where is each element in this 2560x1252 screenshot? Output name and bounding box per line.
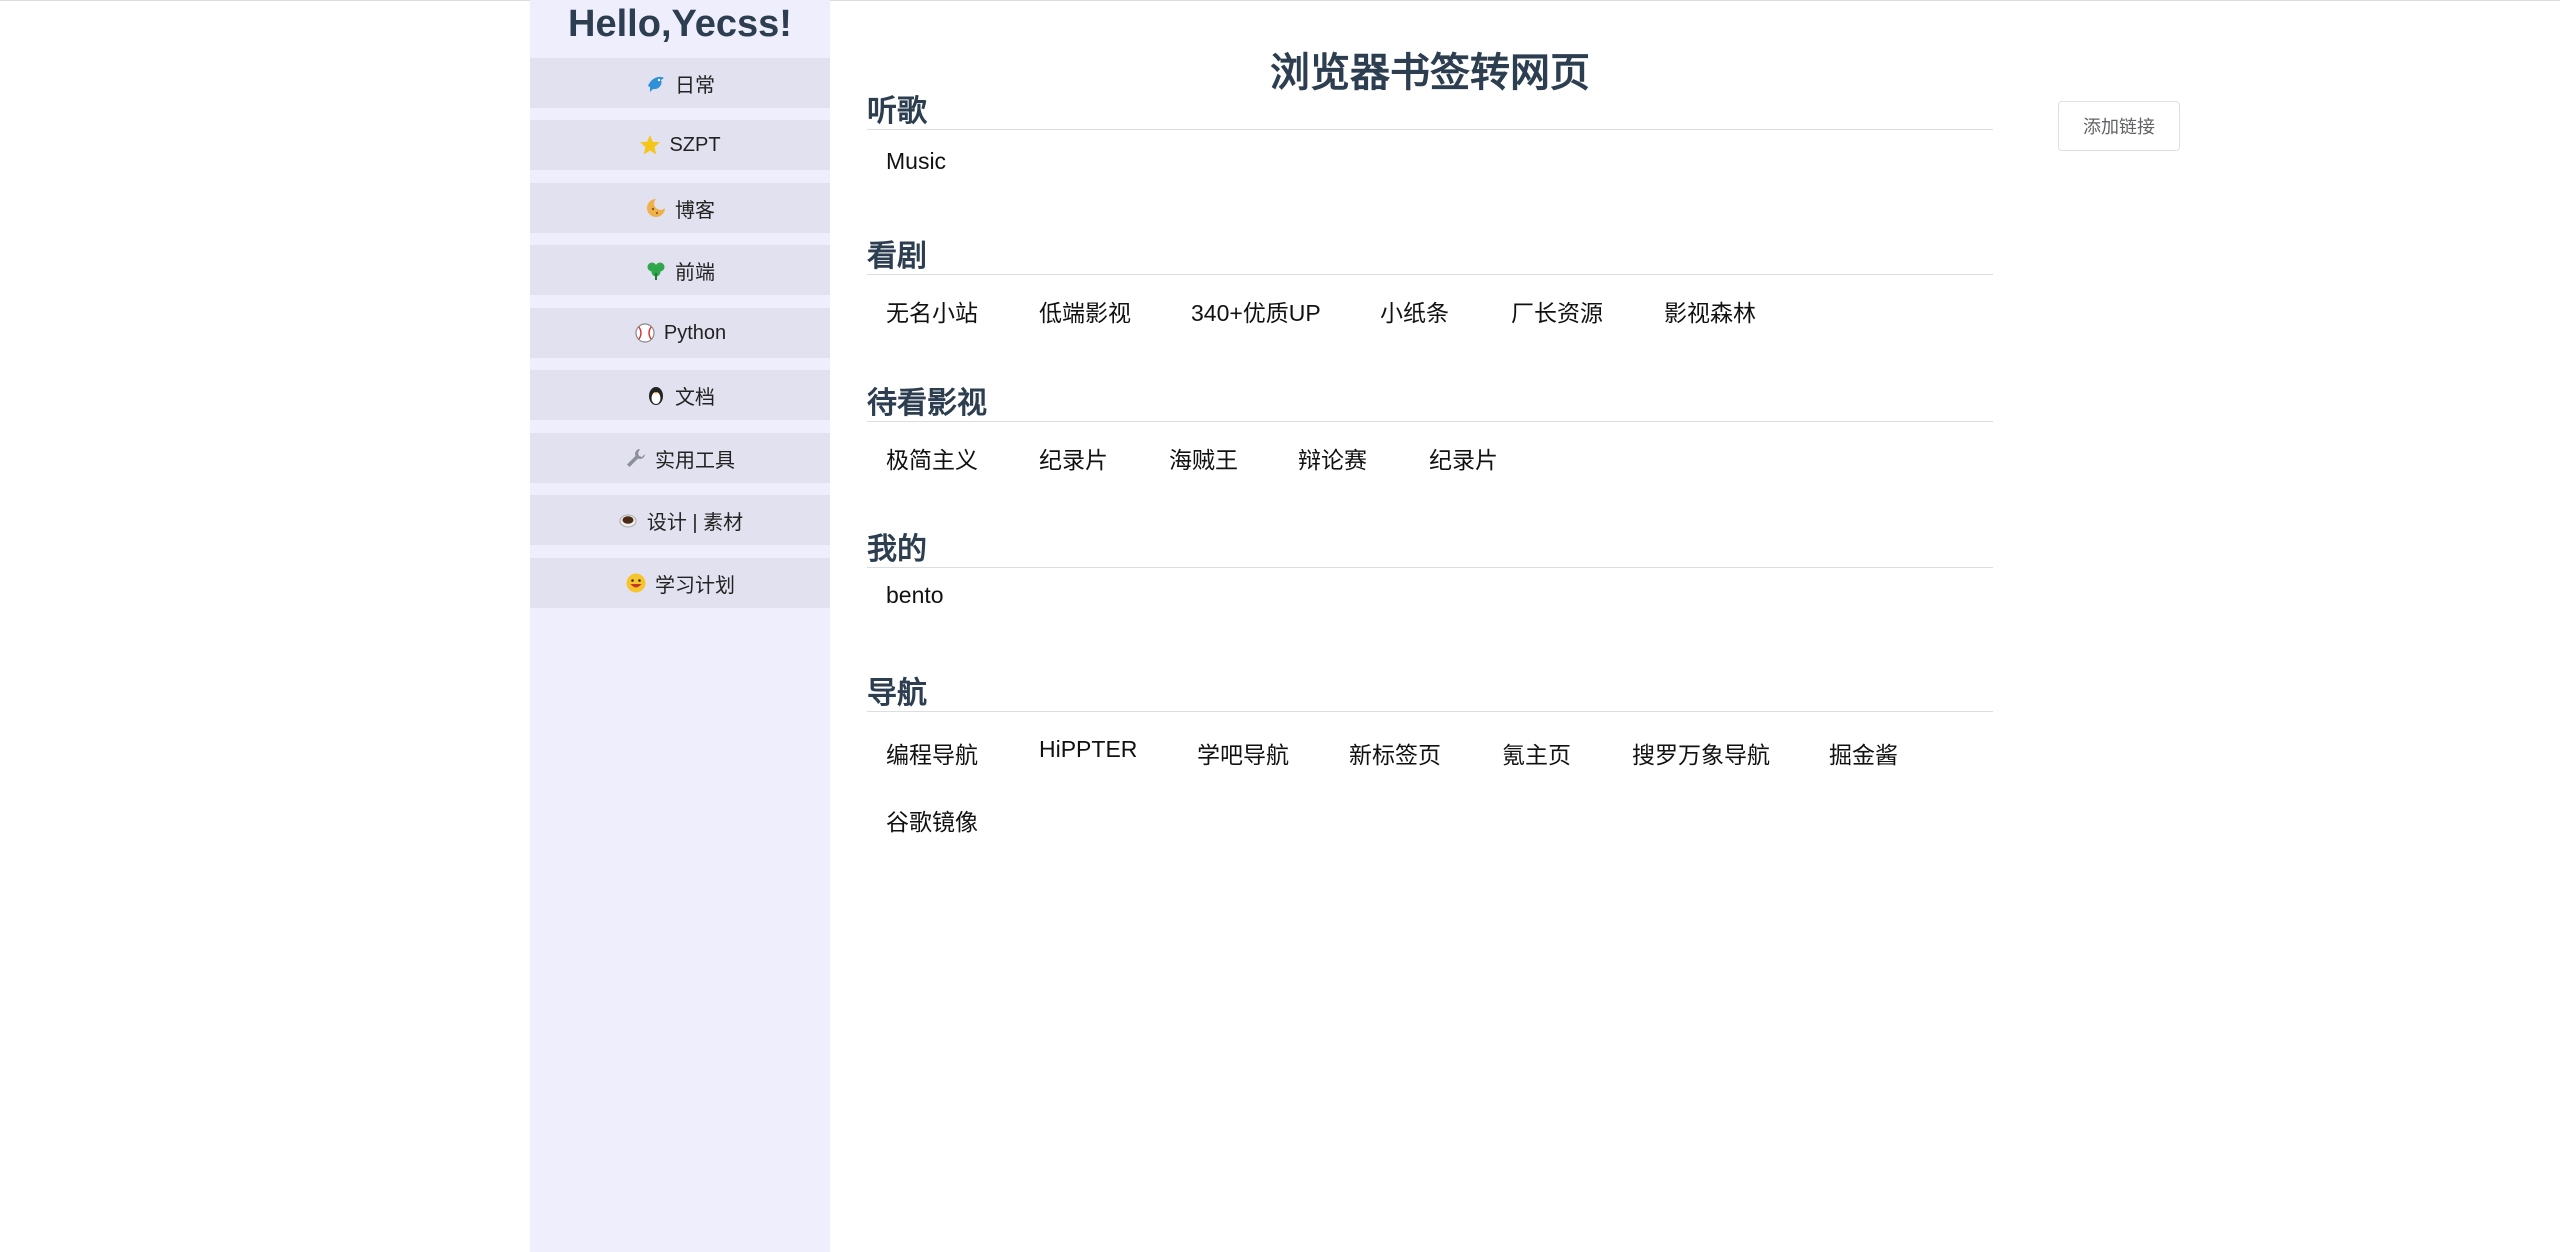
sidebar-item-study-plan[interactable]: 学习计划 <box>530 558 830 608</box>
link-item[interactable]: 辩论赛 <box>1298 441 1367 475</box>
sidebar-item-label: SZPT <box>669 133 721 156</box>
sidebar-item-szpt[interactable]: SZPT <box>530 120 830 170</box>
penguin-icon <box>645 384 667 406</box>
section-title: 听歌 <box>867 94 1993 130</box>
link-item[interactable]: 氪主页 <box>1502 736 1571 770</box>
sidebar-item-label: 学习计划 <box>655 574 735 597</box>
sidebar-item-label: 日常 <box>675 74 715 97</box>
sidebar-item-label: 实用工具 <box>655 449 735 472</box>
coffee-icon <box>617 509 639 531</box>
link-item[interactable]: bento <box>886 582 944 609</box>
link-item[interactable]: HiPPTER <box>1039 736 1137 763</box>
link-item[interactable]: 海贼王 <box>1169 441 1238 475</box>
wrench-icon <box>625 447 647 469</box>
link-item[interactable]: 掘金酱 <box>1829 736 1898 770</box>
section-title: 待看影视 <box>867 386 1993 422</box>
sidebar-item-label: 文档 <box>675 386 715 409</box>
link-item[interactable]: 无名小站 <box>886 294 978 328</box>
section-title: 导航 <box>867 676 1993 712</box>
star-icon <box>639 134 661 156</box>
sidebar-item-label: Python <box>663 321 727 344</box>
page-title: 浏览器书签转网页 <box>1270 51 1590 95</box>
top-border <box>0 0 2560 1</box>
link-item[interactable]: 极简主义 <box>886 441 978 475</box>
sidebar-item-label: 博客 <box>675 199 715 222</box>
link-item[interactable]: 厂长资源 <box>1511 294 1603 328</box>
sidebar: Hello,Yecss! 日常 SZPT 博客 前端 Python 文档 实用工… <box>530 0 830 1252</box>
sidebar-item-design[interactable]: 设计 | 素材 <box>530 495 830 545</box>
link-item[interactable]: 编程导航 <box>886 736 978 770</box>
section-watchlist: 待看影视 极简主义 纪录片 海贼王 辩论赛 纪录片 <box>867 386 1993 473</box>
link-item[interactable]: 纪录片 <box>1429 441 1498 475</box>
link-item[interactable]: 搜罗万象导航 <box>1632 736 1770 770</box>
section-title: 我的 <box>867 532 1993 568</box>
section-drama: 看剧 无名小站 低端影视 340+优质UP 小纸条 厂长资源 影视森林 <box>867 239 1993 326</box>
sidebar-item-label: 前端 <box>675 261 715 284</box>
dolphin-icon <box>645 72 667 94</box>
section-music: 听歌 Music <box>867 94 1993 174</box>
section-navigation: 导航 编程导航 HiPPTER 学吧导航 新标签页 氪主页 搜罗万象导航 掘金酱… <box>867 676 1993 835</box>
link-item[interactable]: 新标签页 <box>1349 736 1441 770</box>
link-item[interactable]: 小纸条 <box>1380 294 1449 328</box>
sidebar-item-blog[interactable]: 博客 <box>530 183 830 233</box>
baseball-icon <box>634 322 656 344</box>
link-item[interactable]: 学吧导航 <box>1197 736 1289 770</box>
link-item[interactable]: 谷歌镜像 <box>886 803 978 837</box>
link-item[interactable]: 影视森林 <box>1664 294 1756 328</box>
grinning-face-icon <box>625 572 647 594</box>
add-link-button[interactable]: 添加链接 <box>2058 101 2180 151</box>
sidebar-item-daily[interactable]: 日常 <box>530 58 830 108</box>
sidebar-item-python[interactable]: Python <box>530 308 830 358</box>
link-item[interactable]: 低端影视 <box>1039 294 1131 328</box>
sidebar-item-label: 设计 | 素材 <box>646 511 744 534</box>
sidebar-item-docs[interactable]: 文档 <box>530 370 830 420</box>
section-title: 看剧 <box>867 239 1993 275</box>
link-item[interactable]: 340+优质UP <box>1191 294 1321 328</box>
sidebar-title: Hello,Yecss! <box>568 3 792 45</box>
cookie-icon <box>645 197 667 219</box>
link-item[interactable]: 纪录片 <box>1039 441 1108 475</box>
sidebar-item-frontend[interactable]: 前端 <box>530 245 830 295</box>
link-item[interactable]: Music <box>886 148 946 175</box>
section-mine: 我的 bento <box>867 532 1993 608</box>
sidebar-item-tools[interactable]: 实用工具 <box>530 433 830 483</box>
clover-icon <box>645 259 667 281</box>
